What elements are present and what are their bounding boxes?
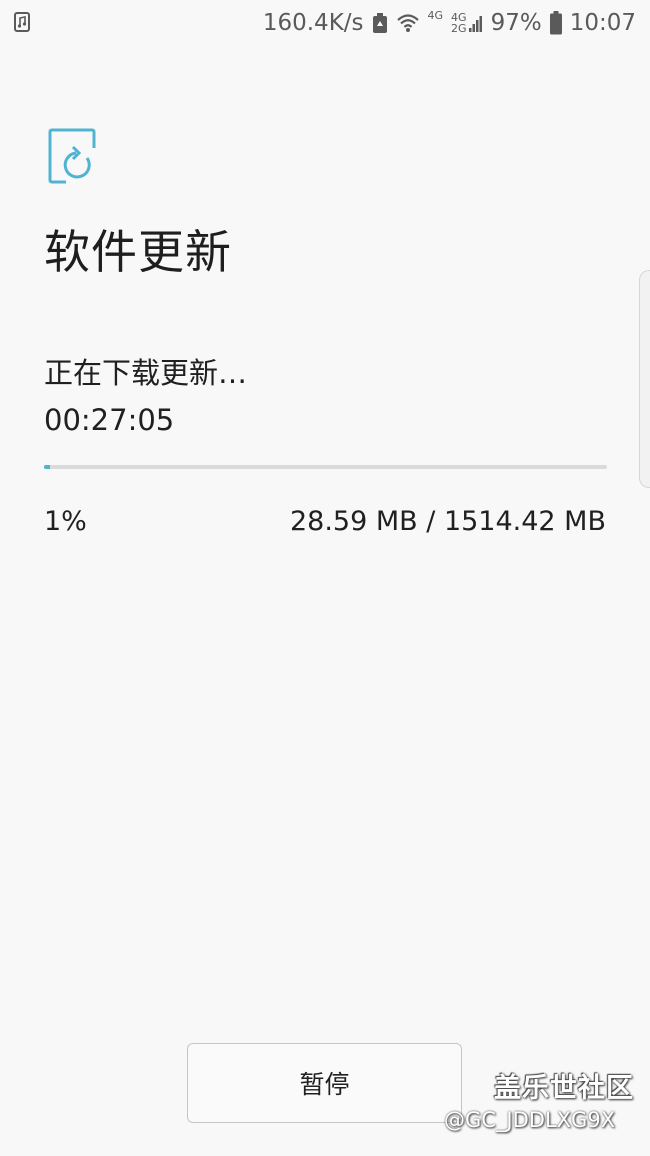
watermark-user: @GC_JDDLXG9X <box>444 1108 616 1132</box>
edge-panel-handle[interactable] <box>639 270 650 488</box>
sim2-network-label: 2G <box>451 22 467 35</box>
progress-percent: 1% <box>44 506 87 537</box>
music-note-icon <box>14 12 30 32</box>
wifi-icon <box>396 14 419 32</box>
watermark-title: 盖乐世社区 <box>494 1073 634 1104</box>
status-bar: 160.4K/s 4G 4G 2G 97% 10:07 <box>0 0 650 46</box>
progress-bar <box>44 465 607 469</box>
battery-icon <box>549 11 562 35</box>
page-title: 软件更新 <box>44 225 232 279</box>
progress-fill <box>44 465 50 469</box>
recycle-icon <box>372 13 387 33</box>
software-update-icon <box>48 128 96 184</box>
download-size: 28.59 MB / 1514.42 MB <box>289 506 606 537</box>
network-speed: 160.4K/s <box>262 10 364 36</box>
signal-icon <box>468 16 482 32</box>
network-4g-label: 4G <box>427 9 444 22</box>
battery-percent: 97% <box>490 10 542 36</box>
clock: 10:07 <box>569 10 636 36</box>
download-status: 正在下载更新… <box>44 356 248 390</box>
pause-button[interactable]: 暂停 <box>187 1043 462 1123</box>
dual-sim-signal: 4G 2G <box>451 12 483 34</box>
elapsed-time: 00:27:05 <box>44 403 175 437</box>
